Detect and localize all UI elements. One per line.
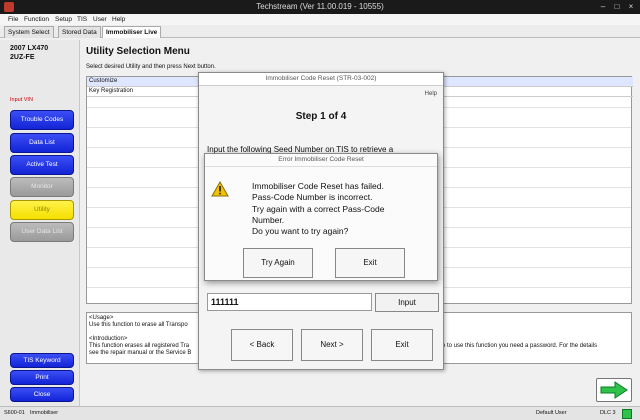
utility-button[interactable]: Utility <box>10 200 74 220</box>
try-again-button[interactable]: Try Again <box>243 248 313 278</box>
step-indicator: Step 1 of 4 <box>295 111 347 122</box>
trouble-codes-button[interactable]: Trouble Codes <box>10 110 74 130</box>
title-bar: Techstream (Ver 11.00.019 - 10555) – □ × <box>0 0 640 14</box>
tab-bar: System Select Stored Data Immobiliser Li… <box>0 25 640 38</box>
status-module: Immobiliser <box>30 410 59 416</box>
introduction-text: This function erases all registered Tra <box>89 343 190 349</box>
minimize-icon[interactable]: – <box>598 2 608 11</box>
error-message-line: Pass-Code Number is incorrect. <box>252 192 373 202</box>
input-vin-link[interactable]: Input VIN <box>10 97 33 103</box>
error-dialog: Error Immobiliser Code Reset Immobiliser… <box>204 153 438 281</box>
status-bar: S600-01 Immobiliser Default User DLC 3 <box>0 406 640 420</box>
next-button[interactable]: Next > <box>301 329 363 361</box>
back-button[interactable]: < Back <box>231 329 293 361</box>
left-panel: 2007 LX470 2UZ-FE Input VIN Trouble Code… <box>0 40 80 406</box>
dialog-title-bar: Immobiliser Code Reset (STR-03-002) <box>199 73 443 86</box>
active-test-button[interactable]: Active Test <box>10 155 74 175</box>
seed-number-field[interactable]: 111111 <box>207 293 372 311</box>
input-button[interactable]: Input <box>375 293 439 312</box>
exit-button[interactable]: Exit <box>371 329 433 361</box>
error-message-line: Do you want to try again? <box>252 226 349 236</box>
close-button[interactable]: Close <box>10 387 74 402</box>
menu-tis[interactable]: TIS <box>77 16 87 23</box>
vehicle-model: 2007 LX470 <box>10 45 49 52</box>
menu-help[interactable]: Help <box>112 16 125 23</box>
menu-user[interactable]: User <box>93 16 107 23</box>
window-title: Techstream (Ver 11.00.019 - 10555) <box>256 2 384 11</box>
vehicle-engine: 2UZ-FE <box>10 54 35 61</box>
tab-stored-data[interactable]: Stored Data <box>58 26 101 38</box>
maximize-icon[interactable]: □ <box>612 2 622 11</box>
error-message-line: Try again with a correct Pass-Code <box>252 204 385 214</box>
tab-system-select[interactable]: System Select <box>4 26 54 38</box>
menu-file[interactable]: File <box>8 16 18 23</box>
status-dlc: DLC 3 <box>600 410 616 416</box>
data-list-button[interactable]: Data List <box>10 133 74 153</box>
error-message-line: Number. <box>252 215 285 225</box>
print-button[interactable]: Print <box>10 370 74 385</box>
close-window-icon[interactable]: × <box>626 2 636 11</box>
error-dialog-title-bar: Error Immobiliser Code Reset <box>205 154 437 167</box>
tab-immobiliser-live[interactable]: Immobiliser Live <box>102 26 162 38</box>
monitor-button[interactable]: Monitor <box>10 177 74 197</box>
warning-icon <box>211 181 229 197</box>
dialog-title: Immobiliser Code Reset (STR-03-002) <box>265 75 377 82</box>
error-dialog-title: Error Immobiliser Code Reset <box>278 156 364 163</box>
error-exit-button[interactable]: Exit <box>335 248 405 278</box>
introduction-text-right: e to use this function you need a passwo… <box>442 343 598 349</box>
connection-status-icon <box>622 409 632 419</box>
next-arrow-button[interactable] <box>596 378 632 402</box>
page-subtitle: Select desired Utility and then press Ne… <box>86 64 216 70</box>
menu-function[interactable]: Function <box>24 16 49 23</box>
menu-setup[interactable]: Setup <box>55 16 72 23</box>
status-user: Default User <box>536 410 567 416</box>
status-code: S600-01 <box>4 410 25 416</box>
user-data-list-button[interactable]: User Data List <box>10 222 74 242</box>
help-link[interactable]: Help <box>425 91 437 97</box>
right-arrow-icon <box>600 381 628 399</box>
menu-bar: File Function Setup TIS User Help <box>0 14 640 25</box>
page-title: Utility Selection Menu <box>86 46 190 57</box>
tis-keyword-button[interactable]: TIS Keyword <box>10 353 74 368</box>
error-message-line: Immobiliser Code Reset has failed. <box>252 181 384 191</box>
